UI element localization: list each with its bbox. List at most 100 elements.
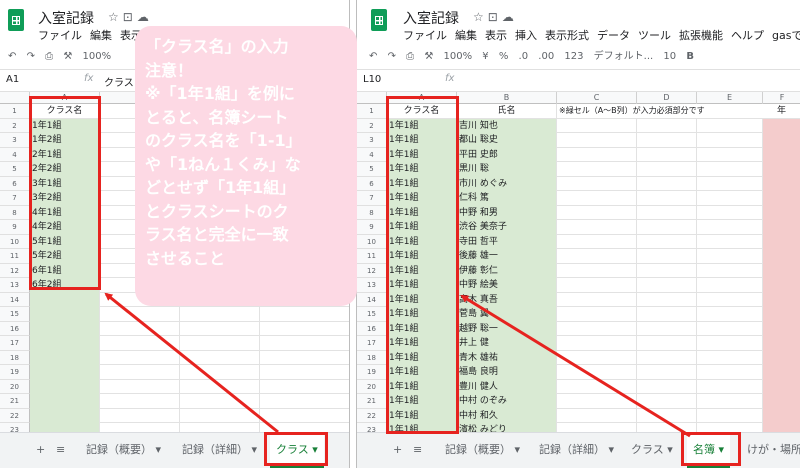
empty-cell[interactable] (637, 118, 697, 133)
empty-cell[interactable] (100, 394, 180, 409)
empty-cell[interactable] (30, 350, 100, 365)
name-cell[interactable]: 寺田 哲平 (457, 234, 557, 249)
empty-cell[interactable] (697, 133, 763, 148)
empty-cell[interactable] (557, 394, 637, 409)
empty-cell[interactable] (557, 234, 637, 249)
row-header[interactable]: 11 (357, 249, 387, 264)
empty-cell[interactable] (637, 336, 697, 351)
name-cell[interactable]: 中野 和男 (457, 205, 557, 220)
empty-cell[interactable] (637, 176, 697, 191)
number-format-button[interactable]: 123 (564, 46, 583, 68)
pink-cell[interactable] (763, 205, 800, 220)
row-header[interactable]: 20 (357, 379, 387, 394)
row-header[interactable]: 3 (0, 133, 30, 148)
header-note[interactable]: ※緑セル（A～B列）が入力必須部分です (557, 104, 767, 119)
corner-cell[interactable] (357, 92, 387, 104)
font-size-select[interactable]: 10 (663, 46, 676, 68)
name-cell[interactable]: 中村 和久 (457, 408, 557, 423)
all-sheets-icon[interactable]: ≡ (407, 433, 428, 468)
empty-cell[interactable] (557, 176, 637, 191)
row-header[interactable]: 12 (357, 263, 387, 278)
empty-cell[interactable] (697, 118, 763, 133)
pink-cell[interactable] (763, 365, 800, 380)
tab-record-summary[interactable]: 記録（概要） ▾ (439, 433, 526, 468)
row-header[interactable]: 21 (0, 394, 30, 409)
empty-cell[interactable] (260, 351, 349, 366)
name-cell[interactable]: 高木 真吾 (457, 292, 557, 307)
empty-cell[interactable] (637, 162, 697, 177)
font-select[interactable]: デフォルト... (594, 46, 654, 68)
pink-cell[interactable] (763, 307, 800, 322)
name-cell[interactable]: 中村 のぞみ (457, 394, 557, 409)
empty-cell[interactable] (180, 336, 260, 351)
empty-cell[interactable] (557, 321, 637, 336)
empty-cell[interactable] (180, 365, 260, 380)
empty-cell[interactable] (637, 220, 697, 235)
add-sheet-icon[interactable]: + (387, 433, 408, 468)
empty-cell[interactable] (697, 365, 763, 380)
empty-cell[interactable] (557, 379, 637, 394)
empty-cell[interactable] (637, 379, 697, 394)
empty-cell[interactable] (260, 322, 349, 337)
empty-cell[interactable] (180, 408, 260, 423)
pink-cell[interactable] (763, 379, 800, 394)
menu-right-3[interactable]: 挿入 (515, 29, 537, 42)
empty-cell[interactable] (30, 365, 100, 380)
star-icon[interactable]: ☆ (108, 10, 123, 24)
row-header[interactable]: 18 (0, 350, 30, 365)
empty-cell[interactable] (180, 321, 260, 336)
pink-cell[interactable] (763, 176, 800, 191)
empty-cell[interactable] (637, 365, 697, 380)
move-folder-icon[interactable]: ⊡ (123, 10, 137, 24)
row-header[interactable]: 8 (357, 205, 387, 220)
name-cell[interactable]: 中野 絵美 (457, 278, 557, 293)
row-header[interactable]: 9 (357, 220, 387, 235)
row-header[interactable]: 1 (0, 104, 30, 119)
empty-cell[interactable] (557, 307, 637, 322)
header-name[interactable]: 氏名 (457, 104, 557, 119)
empty-cell[interactable] (260, 394, 349, 409)
empty-cell[interactable] (557, 162, 637, 177)
menu-right-9[interactable]: gasで実行す (772, 29, 800, 42)
row-header[interactable]: 5 (357, 162, 387, 177)
empty-cell[interactable] (100, 379, 180, 394)
cell-reference[interactable]: A1 (6, 74, 19, 85)
row-header[interactable]: 19 (0, 365, 30, 380)
menu-left-0[interactable]: ファイル (38, 29, 82, 42)
paint-format-icon[interactable]: ⚒ (63, 46, 72, 68)
name-cell[interactable]: 仁科 篤 (457, 191, 557, 206)
row-header[interactable]: 10 (357, 234, 387, 249)
pink-cell[interactable] (763, 147, 800, 162)
row-header[interactable]: 4 (0, 147, 30, 162)
name-cell[interactable]: 平田 史郎 (457, 147, 557, 162)
empty-cell[interactable] (697, 147, 763, 162)
empty-cell[interactable] (697, 234, 763, 249)
currency-button[interactable]: ¥ (482, 46, 488, 68)
cloud-status-icon[interactable]: ☁ (502, 10, 518, 24)
empty-cell[interactable] (557, 350, 637, 365)
pink-cell[interactable] (763, 408, 800, 423)
empty-cell[interactable] (557, 205, 637, 220)
zoom-select[interactable]: 100% (444, 46, 473, 68)
cloud-status-icon[interactable]: ☁ (137, 10, 153, 24)
empty-cell[interactable] (697, 321, 763, 336)
empty-cell[interactable] (637, 278, 697, 293)
tab-record-summary[interactable]: 記録（概要） ▾ (80, 433, 167, 468)
doc-title[interactable]: 入室記録 (38, 8, 94, 28)
empty-cell[interactable] (637, 234, 697, 249)
tab-class[interactable]: クラス ▾ (625, 433, 679, 468)
empty-cell[interactable] (697, 205, 763, 220)
row-header[interactable]: 8 (0, 205, 30, 220)
row-header[interactable]: 14 (357, 292, 387, 307)
empty-cell[interactable] (697, 336, 763, 351)
empty-cell[interactable] (260, 307, 349, 322)
decrease-decimal-button[interactable]: .0 (519, 46, 529, 68)
name-cell[interactable]: 後藤 雄一 (457, 249, 557, 264)
empty-cell[interactable] (260, 380, 349, 395)
undo-icon[interactable]: ↶ (369, 46, 377, 68)
row-header[interactable]: 14 (0, 292, 30, 307)
menu-right-8[interactable]: ヘルプ (731, 29, 764, 42)
empty-cell[interactable] (30, 336, 100, 351)
tab-injury-place[interactable]: けが・場所 ▾ (741, 433, 800, 468)
empty-cell[interactable] (557, 133, 637, 148)
